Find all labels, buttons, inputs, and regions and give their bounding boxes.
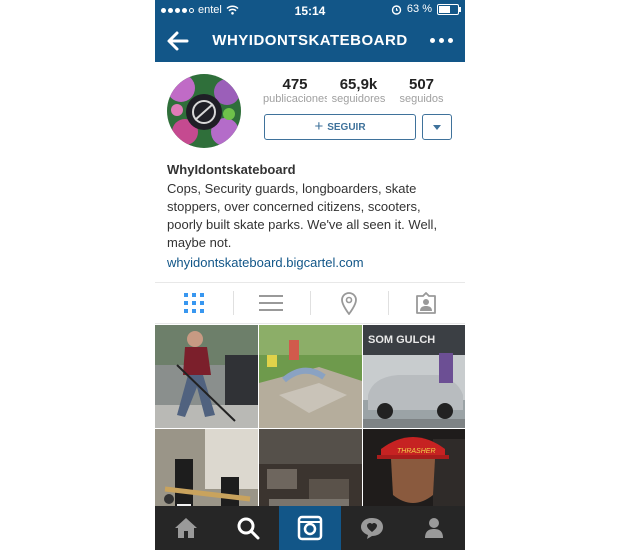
more-options-icon[interactable] [430,32,453,48]
person-icon [425,518,443,538]
follow-button[interactable]: + SEGUIR [264,114,416,140]
tab-camera[interactable] [279,506,341,550]
profile-bio: WhyIdontskateboard Cops, Security guards… [167,162,457,270]
followers-count[interactable]: 65,9k seguidores [327,76,390,105]
suggestions-dropdown-button[interactable] [422,114,452,140]
tab-tagged-photos[interactable] [387,283,466,323]
profile-avatar[interactable] [167,74,241,148]
tab-search[interactable] [217,506,279,550]
tab-home[interactable] [155,506,217,550]
alarm-icon [391,4,402,15]
profile-view-tabs [155,282,465,324]
tab-profile[interactable] [403,506,465,550]
tab-activity[interactable] [341,506,403,550]
follow-label: SEGUIR [327,121,366,133]
battery-percent: 63 % [406,3,432,15]
display-name: WhyIdontskateboard [167,162,296,177]
tab-grid-view[interactable] [155,283,233,323]
status-bar: entel 15:14 63 % [155,0,465,20]
location-pin-icon [340,292,357,315]
grid-photo[interactable]: SOM GULCH [363,325,465,428]
grid-photo[interactable] [155,325,258,428]
heart-speech-bubble-icon [361,518,383,539]
caret-down-icon [433,125,441,130]
website-link[interactable]: whyidontskateboard.bigcartel.com [167,255,457,270]
search-icon [237,517,260,540]
plus-icon: + [314,118,324,135]
tab-map-view[interactable] [310,283,388,323]
tab-list-view[interactable] [232,283,311,323]
tagged-person-icon [416,292,437,314]
profile-stats: 475 publicaciones 65,9k seguidores 507 s… [263,76,453,105]
home-icon [175,518,197,538]
profile-username: WHYIDONTSKATEBOARD [212,32,408,49]
bottom-tab-bar [155,506,465,550]
camera-icon [297,515,323,541]
bio-text: Cops, Security guards, longboarders, ska… [167,181,438,250]
following-count[interactable]: 507 seguidos [390,76,453,105]
navigation-bar: WHYIDONTSKATEBOARD [155,20,465,62]
cap-logo-text: THRASHER [397,448,436,455]
list-icon [259,295,284,311]
posts-count[interactable]: 475 publicaciones [263,76,327,105]
instagram-profile-screen: entel 15:14 63 % WHYIDONTSKATEBOARD 475 … [155,0,465,550]
battery-icon [437,3,461,15]
top-bar: entel 15:14 63 % WHYIDONTSKATEBOARD [155,0,465,62]
grid-photo[interactable] [259,325,362,428]
storefront-sign: SOM GULCH [368,334,435,346]
grid-icon [183,293,204,313]
